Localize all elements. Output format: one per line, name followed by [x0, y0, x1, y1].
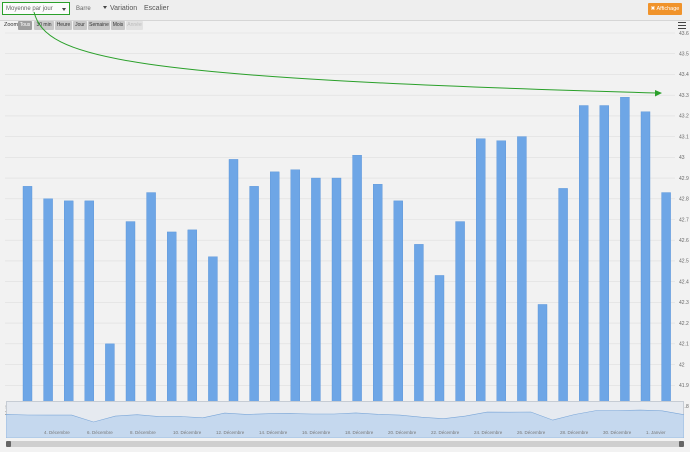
- navigator-label: 14. Décembre: [259, 430, 288, 435]
- bar: [125, 221, 136, 407]
- y-tick-label: 42.2: [679, 321, 689, 327]
- bar: [22, 186, 33, 407]
- bar: [434, 275, 445, 407]
- navigator-label: 8. Décembre: [130, 430, 156, 435]
- navigator-label: 30. Décembre: [603, 430, 632, 435]
- bar: [496, 140, 506, 407]
- bar: [393, 200, 403, 407]
- y-tick-label: 42: [679, 362, 685, 368]
- bar: [249, 186, 259, 407]
- chart-bars: [22, 97, 671, 407]
- y-tick-label: 42.7: [679, 217, 689, 223]
- bar: [228, 159, 239, 407]
- bar: [187, 229, 198, 407]
- y-tick-label: 42.3: [679, 300, 689, 306]
- navigator-label: 6. Décembre: [87, 430, 113, 435]
- navigator-label: 20. Décembre: [388, 430, 417, 435]
- bar-chart: 41.841.94242.142.242.342.442.542.642.742…: [5, 11, 689, 417]
- bar: [455, 221, 465, 407]
- navigator[interactable]: 4. Décembre 6. Décembre 8. Décembre 10. Déc…: [6, 401, 684, 448]
- bar: [537, 304, 548, 407]
- navigator-label: 10. Décembre: [173, 430, 202, 435]
- bar: [517, 136, 527, 407]
- y-tick-label: 42.4: [679, 279, 689, 285]
- y-tick-label: 42.6: [679, 238, 689, 244]
- bar: [414, 244, 424, 407]
- navigator-label: 1. Janvier: [646, 430, 666, 435]
- bar: [352, 155, 362, 407]
- y-tick-label: 42.1: [679, 342, 689, 348]
- bar: [311, 177, 321, 407]
- bar: [43, 198, 53, 407]
- navigator-scrollbar[interactable]: [6, 441, 684, 447]
- y-tick-label: 43.5: [679, 52, 689, 58]
- bar: [373, 184, 383, 407]
- navigator-label: 24. Décembre: [474, 430, 503, 435]
- y-tick-label: 43.1: [679, 134, 689, 140]
- bar: [579, 105, 589, 407]
- bar: [620, 97, 630, 407]
- annotation-arrow: [33, 11, 658, 94]
- navigator-right-handle[interactable]: [679, 441, 684, 447]
- bar: [166, 231, 177, 407]
- navigator-series: 4. Décembre 6. Décembre 8. Décembre 10. Déc…: [6, 409, 684, 438]
- bar: [208, 256, 218, 407]
- navigator-left-handle[interactable]: [6, 441, 11, 447]
- y-tick-label: 42.9: [679, 176, 689, 182]
- bar: [63, 200, 74, 407]
- navigator-label: 18. Décembre: [345, 430, 374, 435]
- navigator-label: 26. Décembre: [517, 430, 546, 435]
- navigator-label: 4. Décembre: [44, 430, 70, 435]
- bar: [558, 188, 568, 407]
- navigator-label: 28. Décembre: [560, 430, 589, 435]
- bar: [290, 169, 300, 407]
- navigator-label: 16. Décembre: [302, 430, 331, 435]
- navigator-label: 12. Décembre: [216, 430, 245, 435]
- annotation-arrowhead: [655, 90, 662, 97]
- y-tick-label: 43.4: [679, 72, 689, 78]
- bar: [84, 200, 95, 407]
- bar: [331, 177, 342, 407]
- bar: [599, 105, 609, 407]
- y-tick-label: 42.5: [679, 259, 689, 265]
- bar: [270, 171, 280, 407]
- y-tick-label: 42.8: [679, 197, 689, 203]
- navigator-label: 22. Décembre: [431, 430, 460, 435]
- y-tick-label: 43: [679, 155, 685, 161]
- y-tick-label: 43.6: [679, 31, 689, 37]
- bar: [146, 192, 156, 407]
- y-tick-label: 43.3: [679, 93, 689, 99]
- y-tick-label: 41.9: [679, 383, 689, 389]
- bar: [476, 138, 486, 407]
- y-tick-label: 43.2: [679, 114, 689, 120]
- y-axis-labels: 41.841.94242.142.242.342.442.542.642.742…: [679, 31, 689, 410]
- bar: [640, 111, 651, 407]
- bar: [105, 343, 115, 407]
- bar: [661, 192, 671, 407]
